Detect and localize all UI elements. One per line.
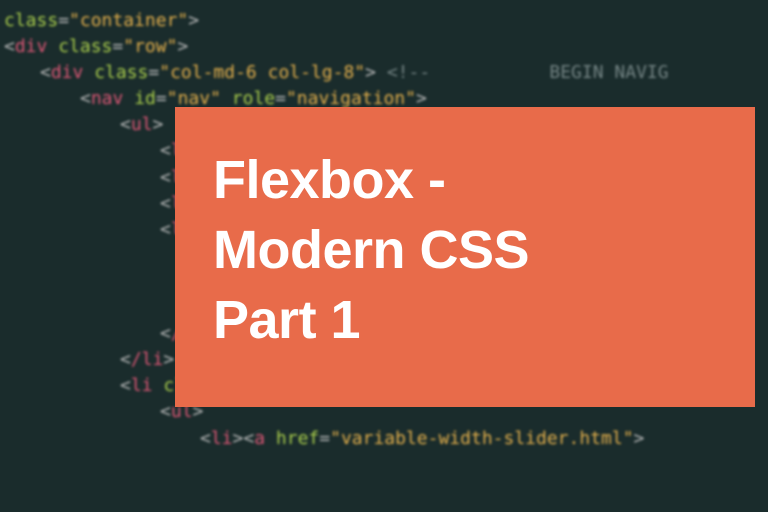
code-line: <li><a href="variable-width-slider.html"… (0, 426, 768, 452)
code-line: <div class="col-md-6 col-lg-8"> <!-- BEG… (0, 60, 768, 86)
code-line: <div class="row"> (0, 34, 768, 60)
article-title: Flexbox - Modern CSS Part 1 (213, 145, 529, 356)
title-overlay: Flexbox - Modern CSS Part 1 (175, 107, 755, 407)
code-line: class="container"> (0, 8, 768, 34)
